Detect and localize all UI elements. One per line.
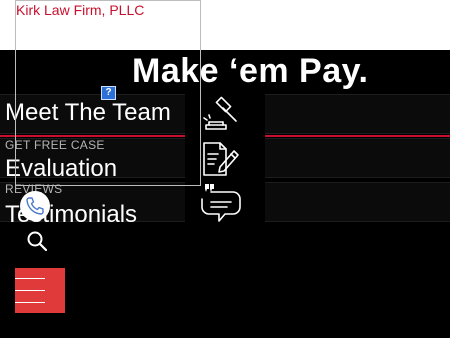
icon-tile-team <box>185 92 265 136</box>
search-icon <box>27 231 48 252</box>
hero-headline: Make ‘em Pay. <box>132 52 369 90</box>
hamburger-menu-button[interactable] <box>15 268 65 313</box>
menu-item-kicker: GET FREE CASE <box>5 138 105 152</box>
menu-bar-line <box>15 290 45 291</box>
phone-icon <box>26 197 44 215</box>
help-icon[interactable]: ? <box>101 86 116 100</box>
icon-tile-evaluation <box>185 136 265 180</box>
menu-item-label: Meet The Team <box>5 99 171 126</box>
document-edit-icon <box>203 142 239 176</box>
menu-bar-line <box>15 302 45 303</box>
menu-bar-line <box>15 278 45 279</box>
firm-name-link[interactable]: Kirk Law Firm, PLLC <box>16 2 144 18</box>
top-bar: Kirk Law Firm, PLLC <box>0 0 450 50</box>
icon-tile-testimonials <box>185 180 265 224</box>
quote-bubble-icon <box>201 184 241 222</box>
gavel-icon <box>203 96 237 130</box>
search-button[interactable] <box>26 230 48 252</box>
menu-item-label: Evaluation <box>5 155 118 182</box>
phone-button[interactable] <box>20 191 50 221</box>
